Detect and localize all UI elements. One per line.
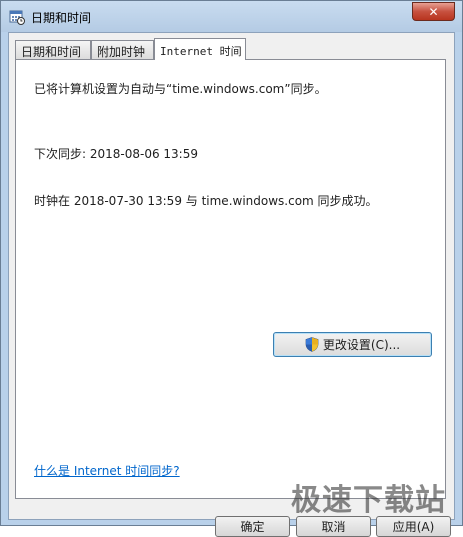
tab-additional-clocks[interactable]: 附加时钟 — [91, 40, 154, 59]
ok-button[interactable]: 确定 — [215, 516, 290, 537]
window-title: 日期和时间 — [31, 11, 92, 25]
cancel-button[interactable]: 取消 — [296, 516, 371, 537]
site-watermark: 极速下载站 — [291, 483, 446, 518]
sync-setting-text: 已将计算机设置为自动与“time.windows.com”同步。 — [34, 82, 327, 96]
uac-shield-icon — [305, 337, 319, 352]
change-settings-label: 更改设置(C)... — [322, 338, 401, 352]
next-sync-text: 下次同步: 2018-08-06 13:59 — [34, 147, 198, 161]
title-bar[interactable]: 日期和时间 ✕ — [1, 1, 462, 32]
apply-button[interactable]: 应用(A) — [376, 516, 451, 537]
internet-time-panel: 已将计算机设置为自动与“time.windows.com”同步。 下次同步: 2… — [15, 59, 446, 499]
internet-time-help-link[interactable]: 什么是 Internet 时间同步? — [34, 462, 180, 479]
dialog-client-area: 日期和时间 附加时钟 Internet 时间 已将计算机设置为自动与“time.… — [8, 32, 455, 537]
last-sync-text: 时钟在 2018-07-30 13:59 与 time.windows.com … — [34, 194, 378, 208]
calendar-clock-icon — [9, 10, 25, 25]
tab-internet-time[interactable]: Internet 时间 — [154, 38, 246, 60]
date-time-window: 日期和时间 ✕ 日期和时间 附加时钟 Internet 时间 已将计算机设置为自… — [0, 0, 463, 537]
close-button[interactable]: ✕ — [412, 2, 455, 21]
close-icon: ✕ — [428, 4, 439, 19]
tab-date-time[interactable]: 日期和时间 — [15, 40, 91, 59]
change-settings-button[interactable]: 更改设置(C)... — [273, 332, 432, 357]
